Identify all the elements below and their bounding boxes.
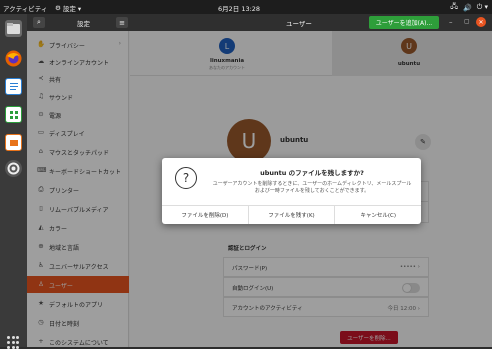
dialog-message: ユーザーアカウントを削除するときに、ユーザーのホームディレクトリ、メールスプール… bbox=[212, 181, 412, 194]
question-icon: ? bbox=[175, 167, 197, 189]
app-menu-label: 設定 ▾ bbox=[62, 5, 82, 13]
cancel-button[interactable]: キャンセル(C) bbox=[335, 206, 421, 224]
settings-title: 設定 bbox=[77, 20, 90, 28]
menu-button[interactable]: ≡ bbox=[116, 17, 128, 28]
keep-files-button[interactable]: ファイルを残す(K) bbox=[249, 206, 336, 224]
writer-icon[interactable] bbox=[5, 78, 22, 95]
delete-files-button[interactable]: ファイルを削除(D) bbox=[162, 206, 249, 224]
dock bbox=[0, 14, 27, 349]
keep-files-dialog: ? ubuntu のファイルを残しますか? ユーザーアカウントを削除するときに、… bbox=[162, 158, 421, 224]
gear-icon: ⚙ bbox=[55, 4, 61, 12]
search-button[interactable]: ⌕ bbox=[33, 17, 45, 28]
maximize-button[interactable]: ▢ bbox=[464, 18, 470, 25]
app-menu[interactable]: ⚙ 設定 ▾ bbox=[55, 3, 81, 13]
top-bar: アクティビティ ⚙ 設定 ▾ 6月2日 13:28 🖧 🔊 ⏻ ▾ bbox=[0, 0, 492, 14]
activities-button[interactable]: アクティビティ bbox=[3, 3, 47, 13]
firefox-icon[interactable] bbox=[5, 50, 22, 67]
network-icon: 🖧 bbox=[450, 2, 458, 10]
minimize-button[interactable]: – bbox=[449, 18, 453, 26]
settings-window: ⌕ 設定 ≡ ユーザー ユーザーを追加(A)... – ▢ ✕ ✋ プライバシー… bbox=[27, 14, 492, 347]
hamburger-icon: ≡ bbox=[119, 18, 125, 27]
impress-icon[interactable] bbox=[5, 134, 22, 151]
power-icon: ⏻ ▾ bbox=[476, 3, 488, 11]
volume-icon: 🔊 bbox=[463, 3, 472, 12]
settings-icon[interactable] bbox=[5, 160, 22, 177]
clock[interactable]: 6月2日 13:28 bbox=[218, 3, 260, 13]
page-title: ユーザー bbox=[286, 20, 312, 28]
add-user-button[interactable]: ユーザーを追加(A)... bbox=[369, 16, 439, 29]
system-tray[interactable]: 🖧 🔊 ⏻ ▾ bbox=[450, 2, 488, 13]
dialog-buttons: ファイルを削除(D) ファイルを残す(K) キャンセル(C) bbox=[162, 205, 421, 224]
dialog-title: ubuntu のファイルを残しますか? bbox=[260, 169, 364, 177]
calc-icon[interactable] bbox=[5, 106, 22, 123]
close-button[interactable]: ✕ bbox=[476, 17, 486, 27]
search-icon: ⌕ bbox=[37, 18, 41, 26]
header-bar: ⌕ 設定 ≡ ユーザー ユーザーを追加(A)... – ▢ ✕ bbox=[27, 14, 492, 31]
files-icon[interactable] bbox=[5, 20, 22, 37]
show-applications-icon[interactable] bbox=[7, 336, 20, 349]
